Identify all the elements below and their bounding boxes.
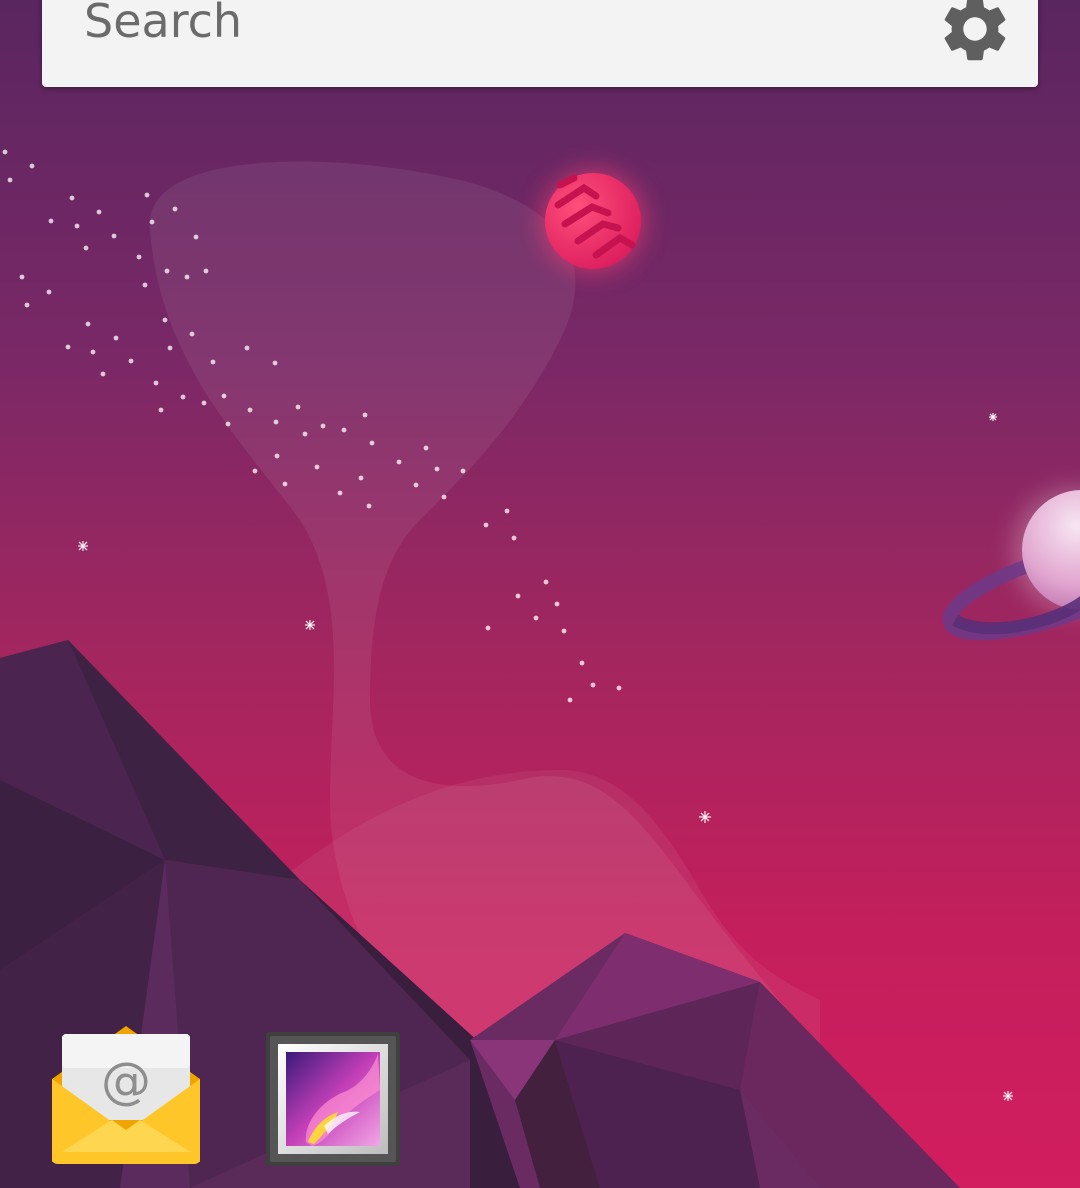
- trail-dot: [65, 344, 71, 350]
- trail-dot: [341, 427, 347, 433]
- trail-dot: [273, 419, 279, 425]
- trail-dot: [162, 317, 168, 323]
- email-envelope-icon: @: [52, 1026, 200, 1164]
- trail-dot: [29, 163, 35, 169]
- trail-dot: [100, 371, 106, 377]
- trail-dot: [83, 245, 89, 251]
- trail-dot: [337, 490, 343, 496]
- trail-dot: [460, 468, 466, 474]
- trail-dot: [74, 223, 80, 229]
- trail-dot: [579, 660, 585, 666]
- trail-dot: [19, 274, 25, 280]
- trail-dot: [515, 593, 521, 599]
- trail-dot: [167, 345, 173, 351]
- wallpaper: [0, 149, 1080, 1188]
- trail-dot: [616, 685, 622, 691]
- trail-dot: [244, 345, 250, 351]
- search-bar[interactable]: Search: [42, 0, 1038, 87]
- trail-dot: [366, 503, 372, 509]
- trail-dot: [180, 394, 186, 400]
- trail-dot: [358, 475, 364, 481]
- trail-dot: [590, 682, 596, 688]
- trail-dot: [136, 254, 142, 260]
- ringed-planet: [942, 488, 1080, 641]
- trail-dot: [396, 459, 402, 465]
- trail-dot: [113, 335, 119, 341]
- trail-dot: [203, 268, 209, 274]
- trail-dot: [164, 268, 170, 274]
- trail-dot: [483, 522, 489, 528]
- trail-dot: [189, 331, 195, 337]
- trail-dot: [533, 615, 539, 621]
- trail-dot: [158, 407, 164, 413]
- trail-dot: [172, 206, 178, 212]
- trail-dot: [48, 218, 54, 224]
- gear-icon: [944, 0, 1006, 61]
- home-screen: Search @: [0, 0, 1080, 1188]
- trail-dot: [201, 400, 207, 406]
- email-app-icon[interactable]: @: [50, 1024, 202, 1169]
- trail-dot: [247, 407, 253, 413]
- trail-dot: [184, 274, 190, 280]
- trail-dot: [413, 482, 419, 488]
- trail-dot: [423, 445, 429, 451]
- trail-dot: [561, 628, 567, 634]
- trail-dot: [210, 359, 216, 365]
- trail-dot: [485, 625, 491, 631]
- trail-dot: [302, 431, 308, 437]
- trail-dot: [2, 149, 8, 155]
- trail-dot: [142, 282, 148, 288]
- trail-dot: [96, 209, 102, 215]
- gallery-picture-icon: [266, 1032, 400, 1166]
- trail-dot: [320, 423, 326, 429]
- trail-dot: [144, 192, 150, 198]
- trail-dot: [295, 404, 301, 410]
- trail-dot: [85, 321, 91, 327]
- trail-dot: [441, 494, 447, 500]
- trail-dot: [111, 233, 117, 239]
- trail-dot: [369, 440, 375, 446]
- settings-button[interactable]: [936, 0, 1014, 68]
- trail-dot: [128, 358, 134, 364]
- trail-dot: [225, 421, 231, 427]
- trail-dot: [153, 380, 159, 386]
- trail-dot: [282, 481, 288, 487]
- svg-text:@: @: [101, 1052, 151, 1110]
- trail-dot: [69, 195, 75, 201]
- trail-dot: [314, 464, 320, 470]
- trail-dot: [221, 393, 227, 399]
- trail-dot: [252, 468, 258, 474]
- trail-dot: [554, 601, 560, 607]
- trail-dot: [90, 349, 96, 355]
- trail-dot: [149, 219, 155, 225]
- red-planet: [541, 169, 645, 273]
- trail-dot: [567, 697, 573, 703]
- trail-dot: [362, 412, 368, 418]
- trail-dot: [274, 453, 280, 459]
- gallery-app-icon[interactable]: [264, 1030, 402, 1168]
- trail-dot: [504, 508, 510, 514]
- trail-dot: [511, 535, 517, 541]
- search-input[interactable]: Search: [84, 0, 242, 44]
- trail-dot: [543, 579, 549, 585]
- trail-dot: [272, 360, 278, 366]
- trail-dot: [24, 302, 30, 308]
- trail-dot: [46, 289, 52, 295]
- trail-dot: [7, 177, 13, 183]
- trail-dot: [434, 466, 440, 472]
- trail-dot: [193, 234, 199, 240]
